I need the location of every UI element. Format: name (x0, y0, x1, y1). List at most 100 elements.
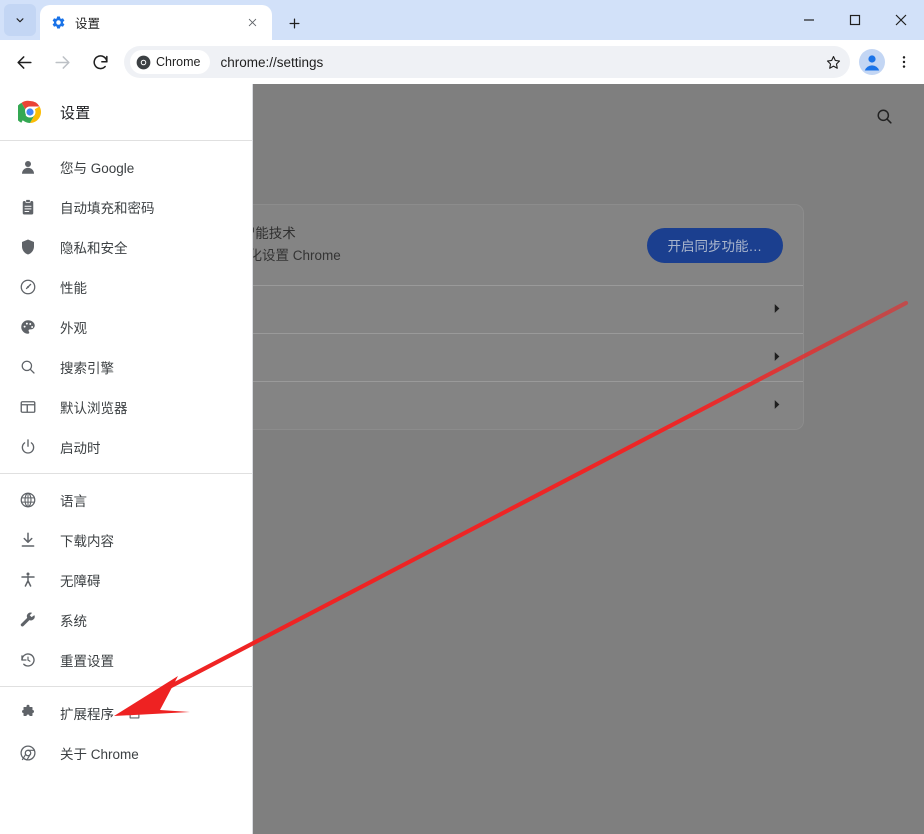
browser-toolbar: Chrome chrome://settings (0, 40, 924, 84)
browser-menu-button[interactable] (890, 46, 918, 78)
maximize-icon (849, 14, 861, 26)
close-icon (895, 14, 907, 26)
sidebar-item-you-and-google[interactable]: 您与 Google (0, 147, 240, 187)
sidebar-group-basic: 您与 Google 自动填充和密码 隐私和安全 性能 外观 搜索引擎 默认浏览器… (0, 141, 252, 473)
bookmark-star-icon (826, 55, 840, 69)
services-row[interactable]: 服务 (157, 285, 803, 333)
sidebar-item-label: 性能 (60, 281, 87, 296)
open-in-new-icon (126, 705, 142, 721)
chrome-profile-row[interactable]: e 个人资料 (157, 333, 803, 381)
search-icon (18, 357, 38, 377)
minimize-icon (804, 19, 814, 21)
sidebar-item-downloads[interactable]: 下载内容 (0, 520, 240, 560)
sidebar-item-label: 启动时 (60, 441, 101, 456)
turn-on-sync-button[interactable]: 开启同步功能… (646, 227, 783, 263)
sidebar-item-performance[interactable]: 性能 (0, 267, 240, 307)
sidebar-group-advanced: 语言 下载内容 无障碍 系统 重置设置 (0, 473, 252, 686)
sidebar-item-reset-settings[interactable]: 重置设置 (0, 640, 240, 680)
chrome-profile-row-label: e 个人资料 (181, 348, 772, 368)
tab-strip: 设置 (0, 0, 924, 40)
sidebar-item-label: 下载内容 (60, 534, 114, 549)
palette-icon (18, 317, 38, 337)
back-arrow-icon (16, 55, 32, 69)
profile-avatar-icon (859, 49, 885, 75)
forward-button[interactable] (46, 46, 78, 78)
restore-history-icon (18, 650, 38, 670)
window-maximize-button[interactable] (832, 0, 878, 40)
sidebar-item-label: 搜索引擎 (60, 361, 114, 376)
sidebar-group-footer: 扩展程序 关于 Chrome (0, 686, 252, 779)
sidebar-item-accessibility[interactable]: 无障碍 (0, 560, 240, 600)
chrome-logo-icon (136, 55, 151, 69)
you-and-google-card: Google 的智能技术 同步并个性化设置 Chrome 开启同步功能… 服务 … (157, 205, 803, 429)
tab-title: 设置 (75, 17, 101, 31)
tab-close-button[interactable] (242, 13, 262, 33)
sidebar-item-appearance[interactable]: 外观 (0, 307, 240, 347)
browser-window: 设置 Chrome chrome://settings 的智能技术 同步并个性化… (0, 0, 924, 834)
address-bar[interactable]: Chrome chrome://settings (124, 46, 850, 78)
import-bookmarks-row[interactable] (157, 381, 803, 429)
chevron-down-icon (16, 18, 24, 23)
sidebar-item-default-browser[interactable]: 默认浏览器 (0, 387, 240, 427)
reload-icon (93, 54, 108, 69)
wrench-icon (18, 610, 38, 630)
sidebar-item-label: 关于 Chrome (60, 747, 139, 762)
tab-settings[interactable]: 设置 (40, 5, 272, 40)
settings-page: Google 的智能技术 同步并个性化设置 Chrome 开启同步功能… 服务 … (0, 84, 924, 834)
sidebar-item-label: 系统 (60, 614, 87, 629)
accessibility-icon (18, 570, 38, 590)
content-dim-overlay: Google 的智能技术 同步并个性化设置 Chrome 开启同步功能… 服务 … (157, 84, 924, 834)
origin-chip[interactable]: Chrome (130, 50, 211, 74)
speedometer-icon (18, 277, 38, 297)
sidebar-item-languages[interactable]: 语言 (0, 480, 240, 520)
sidebar-header: 设置 (0, 84, 252, 141)
shield-icon (18, 237, 38, 257)
sidebar-item-label: 默认浏览器 (60, 401, 128, 416)
sync-promo-row: Google 的智能技术 同步并个性化设置 Chrome 开启同步功能… (157, 205, 803, 285)
sidebar-item-label: 您与 Google (60, 161, 135, 176)
tab-search-button[interactable] (4, 4, 36, 36)
window-controls (786, 0, 924, 40)
browser-window-icon (18, 397, 38, 417)
sidebar-item-system[interactable]: 系统 (0, 600, 240, 640)
clipboard-icon (18, 197, 38, 217)
download-icon (18, 530, 38, 550)
sidebar-item-privacy-security[interactable]: 隐私和安全 (0, 227, 240, 267)
profile-button[interactable] (858, 48, 886, 76)
sidebar-item-label: 扩展程序 (60, 707, 114, 722)
sidebar-item-extensions[interactable]: 扩展程序 (0, 693, 240, 733)
close-icon (248, 18, 256, 27)
puzzle-piece-icon (18, 703, 38, 723)
settings-gear-icon (50, 15, 66, 31)
settings-sidebar: 设置 您与 Google 自动填充和密码 隐私和安全 性能 外观 搜索引擎 默认… (0, 84, 253, 834)
sidebar-item-on-startup[interactable]: 启动时 (0, 427, 240, 467)
chrome-outline-icon (18, 743, 38, 763)
sidebar-item-about-chrome[interactable]: 关于 Chrome (0, 733, 240, 773)
url-text[interactable]: chrome://settings (220, 55, 846, 70)
search-icon (876, 108, 892, 124)
sidebar-item-label: 自动填充和密码 (60, 201, 155, 216)
chrome-logo-icon (15, 100, 42, 124)
forward-arrow-icon (54, 55, 70, 69)
sidebar-item-autofill[interactable]: 自动填充和密码 (0, 187, 240, 227)
chevron-right-icon (772, 397, 783, 415)
bookmark-button[interactable] (818, 47, 848, 77)
window-minimize-button[interactable] (786, 0, 832, 40)
person-icon (18, 157, 38, 177)
globe-icon (18, 490, 38, 510)
back-button[interactable] (8, 46, 40, 78)
chevron-right-icon (772, 301, 783, 319)
new-tab-button[interactable] (280, 9, 308, 37)
reload-button[interactable] (84, 46, 116, 78)
settings-search-button[interactable] (866, 98, 902, 134)
plus-icon (289, 18, 299, 28)
sidebar-item-label: 隐私和安全 (60, 241, 128, 256)
origin-chip-label: Chrome (156, 55, 201, 69)
sidebar-item-search-engine[interactable]: 搜索引擎 (0, 347, 240, 387)
sidebar-item-label: 无障碍 (60, 574, 101, 589)
power-icon (18, 437, 38, 457)
services-row-label: 服务 (181, 300, 772, 320)
window-close-button[interactable] (878, 0, 924, 40)
sidebar-item-label: 语言 (60, 494, 87, 509)
sidebar-title: 设置 (60, 104, 91, 122)
